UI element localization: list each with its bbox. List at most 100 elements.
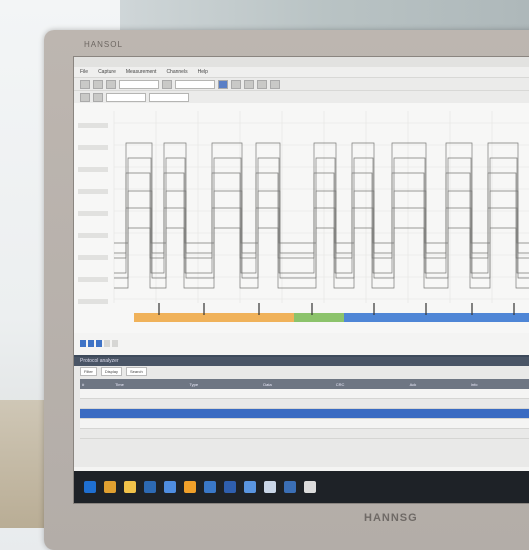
folder-icon[interactable] [124, 481, 136, 493]
table-cell [407, 398, 469, 409]
toolbar-button[interactable] [93, 92, 103, 102]
bus-tab[interactable] [88, 339, 94, 347]
app-icon[interactable] [284, 481, 296, 493]
column-header[interactable]: Time [113, 379, 188, 389]
bus-tab[interactable] [80, 339, 86, 347]
signal-trace [114, 227, 529, 289]
app-icon[interactable] [244, 481, 256, 493]
app-icon[interactable] [164, 481, 176, 493]
table-cell [187, 428, 262, 439]
table-cell [113, 428, 188, 439]
toolbar-button-active[interactable] [218, 79, 228, 89]
protocol-panel: Protocol analyzer Filter Display Search … [74, 355, 529, 467]
monitor: HANSOL File Capture Measurement Channels… [44, 30, 529, 550]
channel-label [78, 233, 108, 238]
table-row[interactable] [80, 389, 529, 399]
waveform-plot[interactable] [74, 103, 529, 333]
bus-segment [134, 313, 294, 322]
table-row[interactable] [80, 398, 529, 409]
menu-item-file[interactable]: File [80, 67, 88, 77]
protocol-table: # Time Type Data CRC Ack Info [80, 379, 529, 439]
app-icon[interactable] [224, 481, 236, 493]
table-cell [80, 398, 114, 409]
channel-label [78, 123, 108, 128]
toolbar-button[interactable] [162, 79, 172, 89]
table-cell [468, 389, 529, 399]
table-cell [468, 428, 529, 439]
menu-item-measurement[interactable]: Measurement [126, 67, 157, 77]
table-cell [407, 408, 469, 419]
channel-label [78, 189, 108, 194]
display-button[interactable]: Display [100, 367, 123, 376]
windows-taskbar [74, 471, 529, 503]
app-icon[interactable] [304, 481, 316, 493]
toolbar-dropdown[interactable] [106, 92, 146, 102]
table-cell [80, 389, 114, 399]
table-row[interactable] [80, 428, 529, 439]
table-cell [468, 418, 529, 429]
monitor-brand-bottom: HANNSG [364, 512, 418, 524]
menu-item-capture[interactable]: Capture [98, 67, 116, 77]
table-cell [333, 398, 408, 409]
app-icon[interactable] [184, 481, 196, 493]
toolbar-dropdown[interactable] [119, 79, 159, 89]
menu-bar: File Capture Measurement Channels Help [74, 67, 529, 77]
toolbar-dropdown[interactable] [149, 92, 189, 102]
table-cell [113, 418, 188, 429]
column-header[interactable]: # [80, 379, 114, 389]
channel-label [78, 167, 108, 172]
table-cell [261, 389, 334, 399]
table-cell [80, 428, 114, 439]
toolbar-button[interactable] [257, 79, 267, 89]
start-icon[interactable] [84, 481, 96, 493]
channel-label [78, 277, 108, 282]
table-cell [187, 408, 262, 419]
table-cell [187, 398, 262, 409]
table-cell [407, 428, 469, 439]
waveform-area[interactable] [74, 103, 529, 333]
table-row[interactable] [80, 418, 529, 429]
menu-item-channels[interactable]: Channels [166, 67, 187, 77]
column-header[interactable]: Type [187, 379, 262, 389]
app-icon[interactable] [264, 481, 276, 493]
menu-item-help[interactable]: Help [198, 67, 208, 77]
toolbar-button[interactable] [270, 79, 280, 89]
table-cell [113, 389, 188, 399]
signal-trace [114, 190, 529, 279]
filter-button[interactable]: Filter [80, 367, 97, 376]
table-cell [407, 389, 469, 399]
toolbar-button[interactable] [80, 79, 90, 89]
table-cell [113, 408, 188, 419]
toolbar-button[interactable] [93, 79, 103, 89]
table-cell [113, 398, 188, 409]
toolbar-dropdown[interactable] [175, 79, 215, 89]
search-field[interactable]: Search [126, 367, 147, 376]
column-header[interactable]: Info [468, 379, 529, 389]
column-header[interactable]: Data [261, 379, 334, 389]
app-icon[interactable] [144, 481, 156, 493]
table-cell [261, 398, 334, 409]
app-icon[interactable] [204, 481, 216, 493]
table-cell [468, 398, 529, 409]
table-cell [468, 408, 529, 419]
bus-segment [294, 313, 344, 322]
table-cell [333, 389, 408, 399]
column-header[interactable]: Ack [407, 379, 469, 389]
chrome-icon[interactable] [104, 481, 116, 493]
bus-tab[interactable] [112, 339, 118, 347]
toolbar-button[interactable] [231, 79, 241, 89]
table-cell [261, 418, 334, 429]
channel-label [78, 145, 108, 150]
toolbar-button[interactable] [80, 92, 90, 102]
table-row-selected[interactable] [80, 408, 529, 419]
bus-tab[interactable] [104, 339, 110, 347]
column-header[interactable]: CRC [333, 379, 408, 389]
channel-label [78, 255, 108, 260]
toolbar [74, 77, 529, 90]
table-cell [261, 428, 334, 439]
toolbar-button[interactable] [106, 79, 116, 89]
table-cell [187, 389, 262, 399]
bus-tab[interactable] [96, 339, 102, 347]
toolbar-button[interactable] [244, 79, 254, 89]
signal-trace [114, 207, 529, 274]
